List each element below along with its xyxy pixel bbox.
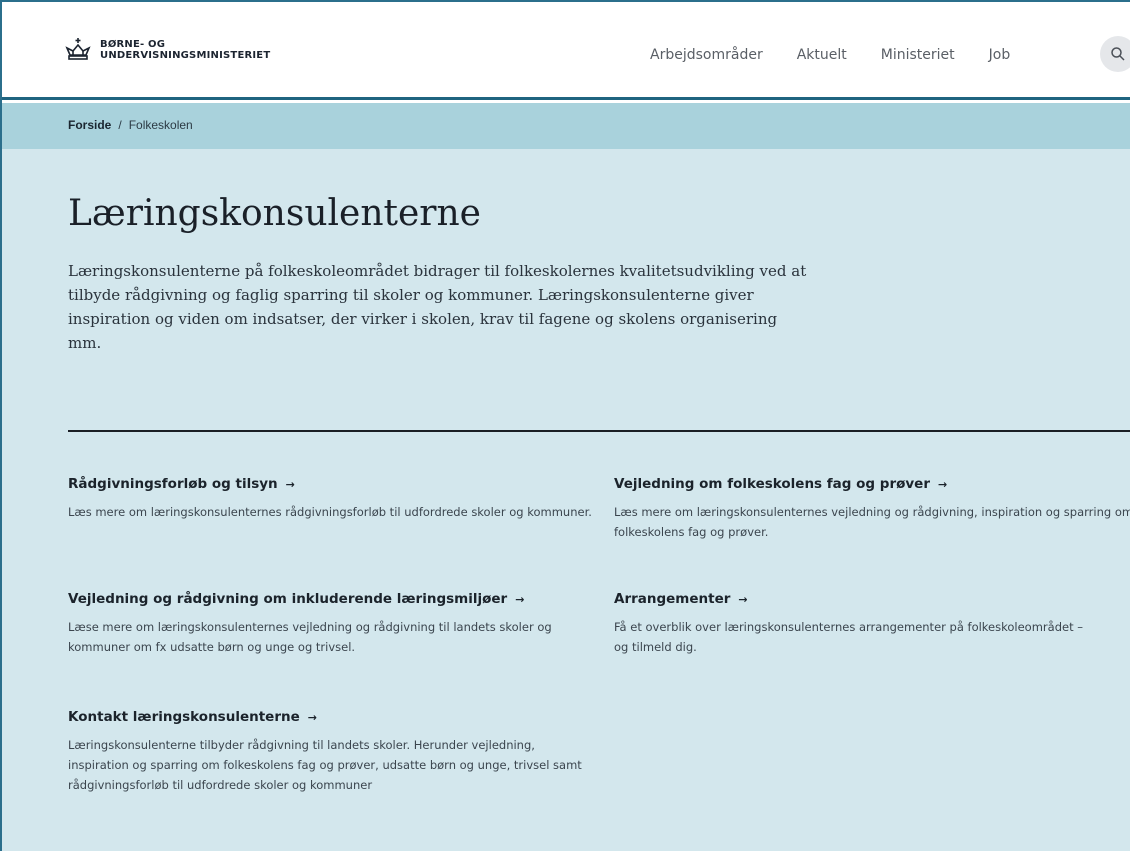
breadcrumb-separator: / xyxy=(118,118,122,132)
arrow-right-icon: → xyxy=(285,477,295,491)
browser-viewport: BØRNE- OG UNDERVISNINGSMINISTERIET Arbej… xyxy=(0,0,1130,851)
breadcrumb-bar: Forside / Folkeskolen xyxy=(2,103,1130,149)
card-title: Vejledning om folkeskolens fag og prøver xyxy=(614,476,930,492)
card-title-link[interactable]: Arrangementer → xyxy=(614,591,1094,607)
site-header: BØRNE- OG UNDERVISNINGSMINISTERIET Arbej… xyxy=(2,2,1130,100)
card-raadgivningsforloeb[interactable]: Rådgivningsforløb og tilsyn → Læs mere o… xyxy=(68,476,598,522)
card-title: Vejledning og rådgivning om inkluderende… xyxy=(68,591,508,607)
arrow-right-icon: → xyxy=(738,592,748,606)
breadcrumb-home-link[interactable]: Forside xyxy=(68,118,111,132)
card-title-link[interactable]: Rådgivningsforløb og tilsyn → xyxy=(68,476,598,492)
card-description: Læs mere om læringskonsulenternes vejled… xyxy=(614,505,1130,539)
nav-item-aktuelt[interactable]: Aktuelt xyxy=(797,47,847,63)
search-icon xyxy=(1111,47,1125,61)
card-description: Læs mere om læringskonsulenternes rådgiv… xyxy=(68,505,592,519)
card-inkluderende-laeringsmiljoeer[interactable]: Vejledning og rådgivning om inkluderende… xyxy=(68,591,598,657)
card-title: Rådgivningsforløb og tilsyn xyxy=(68,476,278,492)
card-kontakt[interactable]: Kontakt læringskonsulenterne → Læringsko… xyxy=(68,709,598,795)
card-description: Læse mere om læringskonsulenternes vejle… xyxy=(68,620,552,654)
arrow-right-icon: → xyxy=(515,592,525,606)
page-title: Læringskonsulenterne xyxy=(68,193,481,234)
card-description: Læringskonsulenterne tilbyder rådgivning… xyxy=(68,738,582,792)
logo-line-2: UNDERVISNINGSMINISTERIET xyxy=(100,50,271,61)
search-button[interactable] xyxy=(1100,36,1130,72)
card-title-link[interactable]: Vejledning om folkeskolens fag og prøver… xyxy=(614,476,1130,492)
section-divider xyxy=(68,430,1130,432)
card-title-link[interactable]: Vejledning og rådgivning om inkluderende… xyxy=(68,591,598,607)
main-nav: Arbejdsområder Aktuelt Ministeriet Job xyxy=(650,47,1044,63)
main-content: Læringskonsulenterne Læringskonsulentern… xyxy=(2,149,1130,851)
arrow-right-icon: → xyxy=(307,710,317,724)
nav-item-ministeriet[interactable]: Ministeriet xyxy=(881,47,955,63)
card-vejledning-fag-proever[interactable]: Vejledning om folkeskolens fag og prøver… xyxy=(614,476,1130,542)
card-title: Kontakt læringskonsulenterne xyxy=(68,709,300,725)
arrow-right-icon: → xyxy=(938,477,948,491)
card-title: Arrangementer xyxy=(614,591,731,607)
ministry-logo[interactable]: BØRNE- OG UNDERVISNINGSMINISTERIET xyxy=(64,36,270,64)
crown-icon xyxy=(65,38,91,60)
card-arrangementer[interactable]: Arrangementer → Få et overblik over læri… xyxy=(614,591,1094,657)
nav-item-arbejdsomraader[interactable]: Arbejdsområder xyxy=(650,47,763,63)
card-description: Få et overblik over læringskonsulenterne… xyxy=(614,620,1083,654)
page-lead: Læringskonsulenterne på folkeskoleområde… xyxy=(68,262,807,352)
breadcrumb-current: Folkeskolen xyxy=(128,118,193,132)
nav-item-job[interactable]: Job xyxy=(989,47,1011,63)
logo-line-1: BØRNE- OG xyxy=(100,39,166,50)
card-title-link[interactable]: Kontakt læringskonsulenterne → xyxy=(68,709,598,725)
breadcrumb: Forside / Folkeskolen xyxy=(68,118,193,132)
